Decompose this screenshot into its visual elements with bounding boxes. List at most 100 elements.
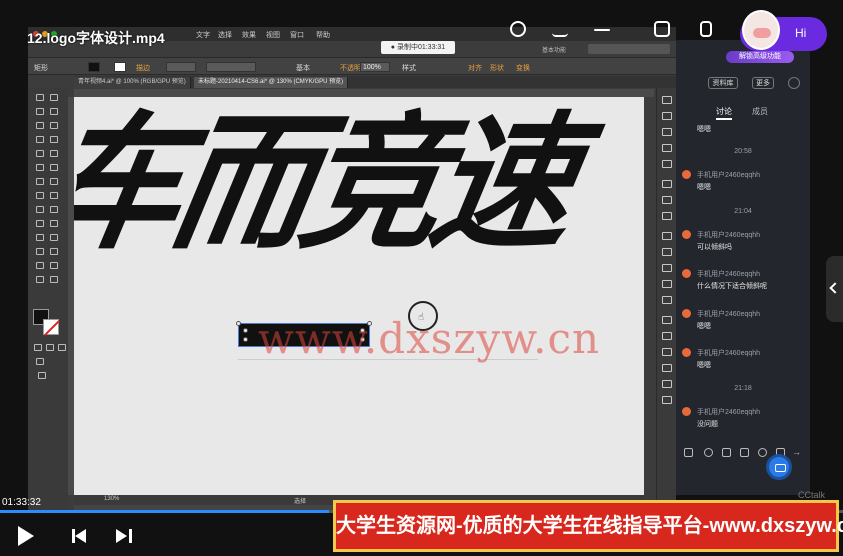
menu-help[interactable]: 帮助 <box>316 30 330 40</box>
clock-icon[interactable] <box>758 448 767 457</box>
symbol-sprayer-tool-icon[interactable] <box>36 248 44 255</box>
anchor-point[interactable] <box>243 328 248 333</box>
more-icon[interactable] <box>594 29 610 31</box>
paintbrush-tool-icon[interactable] <box>50 150 58 157</box>
artboard-tool-icon[interactable] <box>36 262 44 269</box>
type-tool-icon[interactable] <box>36 136 44 143</box>
avatar[interactable] <box>682 170 691 179</box>
appearance-panel-icon[interactable] <box>662 280 672 288</box>
message-user[interactable]: 手机用户2460eqqhh <box>697 170 760 180</box>
cast-icon[interactable] <box>700 21 712 37</box>
pen-tool-icon[interactable] <box>36 122 44 129</box>
shape-builder-tool-icon[interactable] <box>36 206 44 213</box>
layers-panel-icon[interactable] <box>662 316 672 324</box>
artboard-canvas[interactable]: 车而竞速 ☝ <box>74 97 644 495</box>
avatar[interactable] <box>682 230 691 239</box>
lasso-tool-icon[interactable] <box>50 108 58 115</box>
fill-color-control[interactable] <box>88 62 100 72</box>
color-mode-icon[interactable] <box>34 344 42 351</box>
anchor-point[interactable] <box>236 321 241 326</box>
gradient-mode-icon[interactable] <box>46 344 54 351</box>
stroke-label[interactable]: 描边 <box>136 63 150 73</box>
promo-banner[interactable]: 大学生资源网-优质的大学生在线指导平台-www.dxszyw.cn <box>333 500 843 552</box>
menu-effect[interactable]: 效果 <box>242 30 256 40</box>
variable-width-dropdown[interactable] <box>206 62 256 72</box>
shape-option-label[interactable]: 形状 <box>490 63 504 73</box>
message-user[interactable]: 手机用户2460eqqhh <box>697 309 760 319</box>
none-mode-icon[interactable] <box>58 344 66 351</box>
logo-artwork-text[interactable]: 车而竞速 <box>74 99 579 270</box>
tab-document-1[interactable]: 青年视频4.ai* @ 100% (RGB/GPU 预览) <box>74 77 191 88</box>
eraser-tool-icon[interactable] <box>50 164 58 171</box>
library-button[interactable]: 资料库 <box>708 77 738 89</box>
tab-document-2[interactable]: 未标题-20210414-CS6.ai* @ 130% (CMYK/GPU 预览… <box>194 77 349 88</box>
avatar[interactable] <box>682 407 691 416</box>
settings-icon[interactable] <box>788 77 800 89</box>
draw-mode-icon[interactable] <box>36 358 44 365</box>
perspective-grid-tool-icon[interactable] <box>50 206 58 213</box>
picture-in-picture-icon[interactable] <box>654 21 670 37</box>
assistant-greeting[interactable]: Hi <box>795 26 806 40</box>
stroke-panel-icon[interactable] <box>662 180 672 188</box>
paragraph-panel-icon[interactable] <box>662 248 672 256</box>
message-user[interactable]: 手机用户2460eqqhh <box>697 269 760 279</box>
column-graph-tool-icon[interactable] <box>50 248 58 255</box>
opacity-field[interactable]: 100% <box>360 62 390 72</box>
style-label[interactable]: 样式 <box>402 63 416 73</box>
direct-selection-tool-icon[interactable] <box>50 94 58 101</box>
line-tool-icon[interactable] <box>50 136 58 143</box>
screen-mode-icon[interactable] <box>38 372 46 379</box>
transparency-panel-icon[interactable] <box>662 212 672 220</box>
curvature-tool-icon[interactable] <box>50 122 58 129</box>
blend-tool-icon[interactable] <box>50 234 58 241</box>
graphic-styles-panel-icon[interactable] <box>662 296 672 304</box>
mesh-tool-icon[interactable] <box>36 220 44 227</box>
menu-select[interactable]: 选择 <box>218 30 232 40</box>
slice-tool-icon[interactable] <box>50 262 58 269</box>
previous-button[interactable] <box>72 529 88 543</box>
align-panel-icon[interactable] <box>662 348 672 356</box>
gift-icon[interactable] <box>684 448 693 457</box>
unlock-banner[interactable]: 解锁高级功能 <box>726 51 794 63</box>
scale-tool-icon[interactable] <box>50 178 58 185</box>
next-button[interactable] <box>116 529 132 543</box>
free-transform-tool-icon[interactable] <box>50 192 58 199</box>
workspace-switcher[interactable]: 基本功能 <box>542 45 566 54</box>
opentype-panel-icon[interactable] <box>662 264 672 272</box>
align-label[interactable]: 对齐 <box>468 63 482 73</box>
links-panel-icon[interactable] <box>662 396 672 404</box>
selection-tool-icon[interactable] <box>36 94 44 101</box>
width-tool-icon[interactable] <box>36 192 44 199</box>
character-panel-icon[interactable] <box>662 232 672 240</box>
gradient-tool-icon[interactable] <box>50 220 58 227</box>
anchor-point[interactable] <box>243 337 248 342</box>
emoji-icon[interactable] <box>704 448 713 457</box>
swatches-panel-icon[interactable] <box>662 128 672 136</box>
transform-label[interactable]: 变换 <box>516 63 530 73</box>
avatar[interactable] <box>682 269 691 278</box>
transform-panel-icon[interactable] <box>662 380 672 388</box>
arrow-right-icon[interactable]: → <box>792 448 801 457</box>
side-panel-toggle[interactable] <box>826 256 843 322</box>
stroke-weight-field[interactable] <box>166 62 196 72</box>
brushes-panel-icon[interactable] <box>662 144 672 152</box>
tab-discussion[interactable]: 讨论 <box>716 106 732 120</box>
pathfinder-panel-icon[interactable] <box>662 364 672 372</box>
artboards-panel-icon[interactable] <box>662 332 672 340</box>
menu-view[interactable]: 视图 <box>266 30 280 40</box>
stroke-swatch[interactable] <box>43 319 59 335</box>
menu-window[interactable]: 窗口 <box>290 30 304 40</box>
hand-tool-icon[interactable] <box>36 276 44 283</box>
download-icon[interactable] <box>552 21 568 37</box>
image-icon[interactable] <box>740 448 749 457</box>
message-user[interactable]: 手机用户2460eqqhh <box>697 230 760 240</box>
chat-compose-button[interactable] <box>766 454 792 480</box>
magic-wand-tool-icon[interactable] <box>36 108 44 115</box>
message-user[interactable]: 手机用户2460eqqhh <box>697 348 760 358</box>
color-guide-icon[interactable] <box>662 112 672 120</box>
search-field[interactable] <box>588 44 670 54</box>
stroke-color-control[interactable] <box>114 62 126 72</box>
more-button[interactable]: 更多 <box>752 77 774 89</box>
menu-type[interactable]: 文字 <box>196 30 210 40</box>
avatar[interactable] <box>682 348 691 357</box>
